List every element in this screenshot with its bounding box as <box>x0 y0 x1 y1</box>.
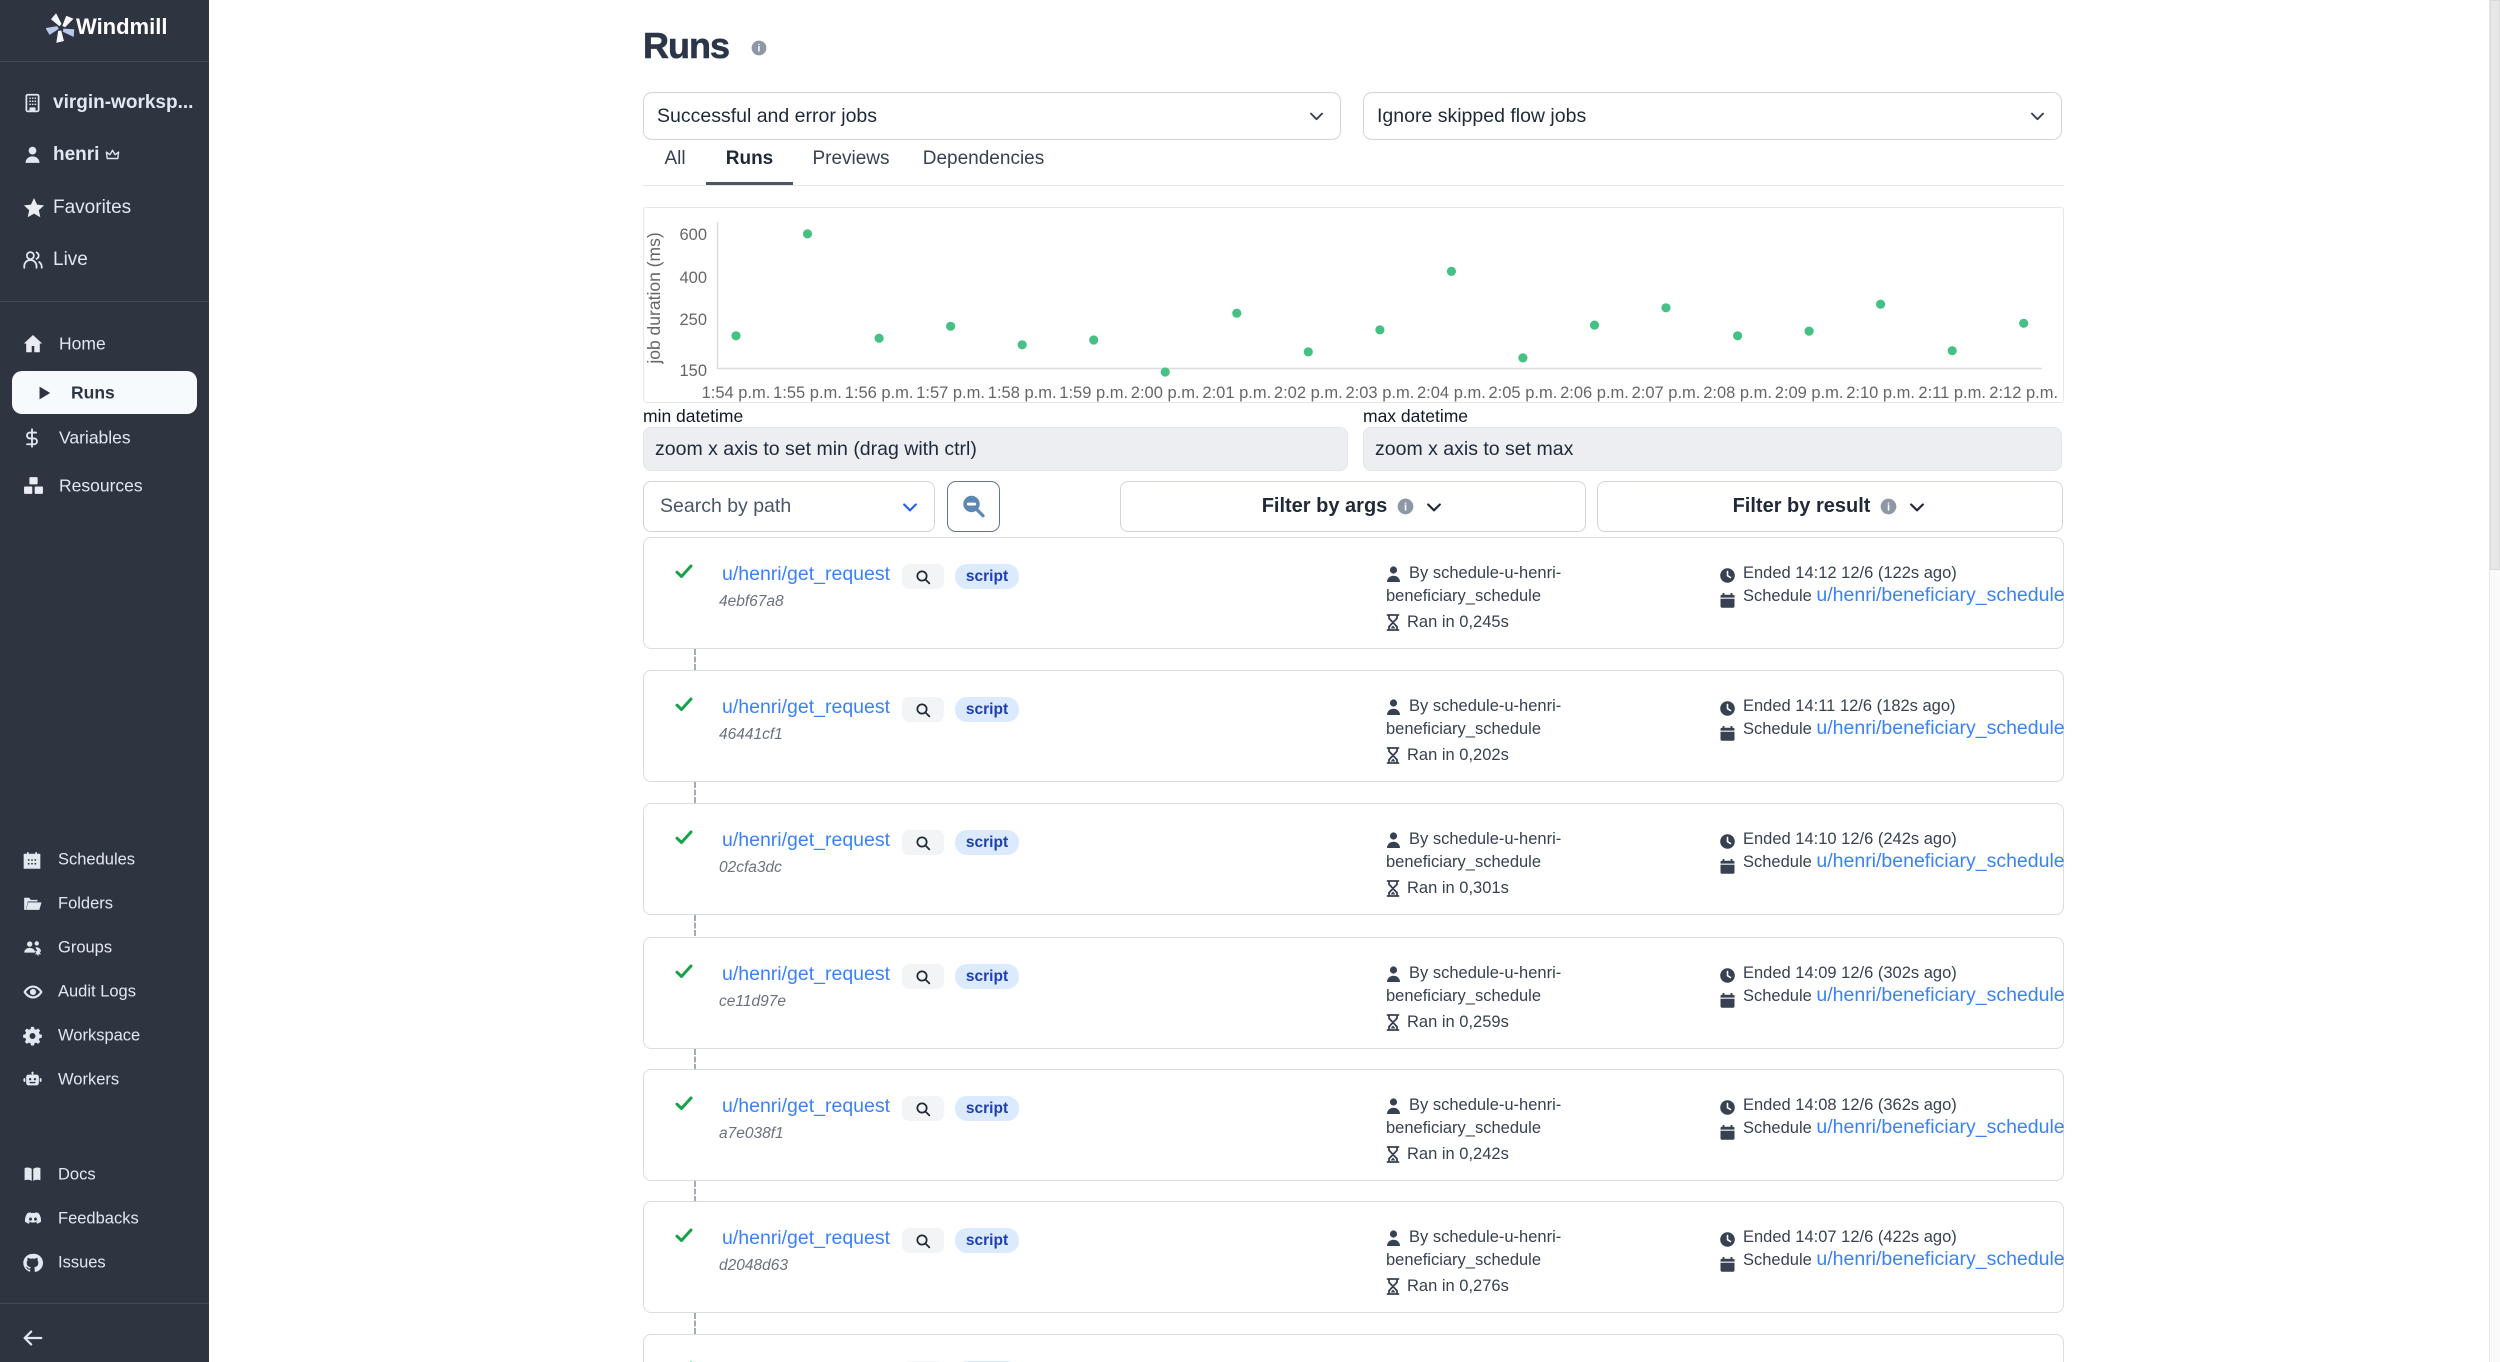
svg-text:2:04 p.m.: 2:04 p.m. <box>1417 384 1486 402</box>
svg-text:150: 150 <box>679 362 707 380</box>
svg-text:2:09 p.m.: 2:09 p.m. <box>1775 384 1844 402</box>
svg-text:2:02 p.m.: 2:02 p.m. <box>1274 384 1343 402</box>
svg-text:i: i <box>1404 501 1407 513</box>
svg-text:2:01 p.m.: 2:01 p.m. <box>1202 384 1271 402</box>
svg-text:2:11 p.m.: 2:11 p.m. <box>1918 384 1986 402</box>
svg-text:2:00 p.m.: 2:00 p.m. <box>1131 384 1200 402</box>
svg-text:1:58 p.m.: 1:58 p.m. <box>988 384 1057 402</box>
svg-text:400: 400 <box>679 269 707 287</box>
svg-text:600: 600 <box>679 226 707 244</box>
svg-text:2:10 p.m.: 2:10 p.m. <box>1846 384 1915 402</box>
svg-text:2:07 p.m.: 2:07 p.m. <box>1632 384 1701 402</box>
svg-text:2:06 p.m.: 2:06 p.m. <box>1560 384 1629 402</box>
svg-text:2:12 p.m.: 2:12 p.m. <box>1989 384 2058 402</box>
svg-text:i: i <box>758 43 761 55</box>
svg-text:2:03 p.m.: 2:03 p.m. <box>1346 384 1415 402</box>
svg-text:1:55 p.m.: 1:55 p.m. <box>773 384 842 402</box>
svg-text:2:05 p.m.: 2:05 p.m. <box>1489 384 1558 402</box>
svg-text:1:59 p.m.: 1:59 p.m. <box>1059 384 1128 402</box>
svg-text:i: i <box>1887 501 1890 513</box>
svg-text:250: 250 <box>679 311 707 329</box>
svg-text:job duration (ms): job duration (ms) <box>644 232 664 364</box>
svg-text:2:08 p.m.: 2:08 p.m. <box>1703 384 1772 402</box>
svg-text:1:56 p.m.: 1:56 p.m. <box>845 384 914 402</box>
svg-text:1:57 p.m.: 1:57 p.m. <box>916 384 985 402</box>
svg-text:1:54 p.m.: 1:54 p.m. <box>702 384 771 402</box>
